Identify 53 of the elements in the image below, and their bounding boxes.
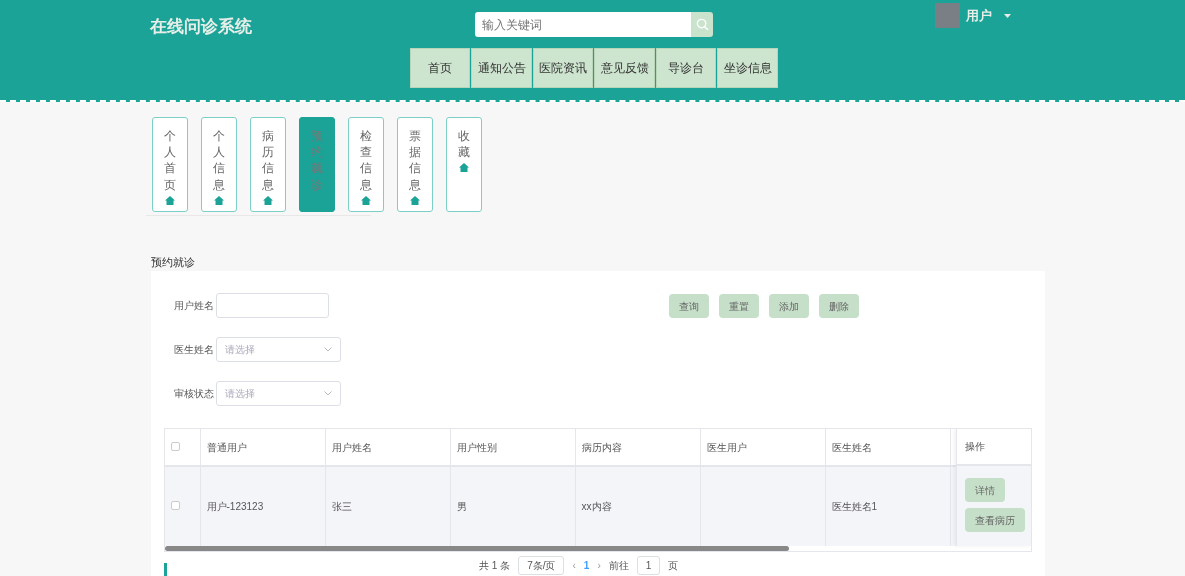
nav-button[interactable]: 导诊台 <box>656 48 716 88</box>
action-button[interactable]: 查看病历 <box>965 508 1025 532</box>
nav-button[interactable]: 首页 <box>410 48 470 88</box>
side-tab[interactable]: 票据信息 <box>397 117 433 212</box>
action-button[interactable]: 删除 <box>819 294 859 318</box>
nav-button[interactable]: 通知公告 <box>471 48 532 88</box>
filter-label: 用户姓名 <box>174 299 215 313</box>
side-tab[interactable]: 个人首页 <box>152 117 188 212</box>
scrollbar-thumb[interactable] <box>165 546 789 551</box>
filter-label: 医生姓名 <box>174 343 215 357</box>
house-icon <box>165 195 175 205</box>
goto-field[interactable]: 1 <box>636 556 661 575</box>
total-count: 共 1 条 <box>479 559 511 573</box>
checkbox[interactable] <box>171 441 180 451</box>
house-icon <box>263 195 273 205</box>
house-icon <box>410 195 420 205</box>
action-button[interactable]: 详情 <box>965 478 1005 502</box>
chevron-down-icon <box>324 347 332 352</box>
column-header: 病历内容 <box>575 429 700 466</box>
table-cell: 医生姓名1 <box>825 466 950 546</box>
house-icon <box>361 195 371 205</box>
column-header: 医生姓名 <box>825 429 950 466</box>
side-tab[interactable]: 病历信息 <box>250 117 286 212</box>
text-field[interactable] <box>216 293 329 318</box>
side-tab[interactable]: 收藏 <box>446 117 482 212</box>
goto-label: 前往 <box>608 559 629 573</box>
side-tab[interactable]: 个人信息 <box>201 117 237 212</box>
site-title: 在线问诊系统 <box>150 16 252 38</box>
page-suffix: 页 <box>668 559 679 573</box>
action-button[interactable]: 重置 <box>719 294 759 318</box>
column-header: 用户姓名 <box>325 429 450 466</box>
checkbox[interactable] <box>171 501 180 510</box>
search-button[interactable] <box>691 12 713 37</box>
accent-bar <box>164 563 167 576</box>
nav-button[interactable]: 坐诊信息 <box>717 48 778 88</box>
column-header: 医生用户 <box>700 429 825 466</box>
search-field[interactable]: 输入关键词 <box>475 12 691 37</box>
house-icon <box>214 195 224 205</box>
filter-label: 审核状态 <box>174 387 215 401</box>
page-size-select[interactable]: 7条/页 <box>518 556 565 575</box>
action-button[interactable]: 添加 <box>769 294 809 318</box>
section-title: 预约就诊 <box>151 255 195 270</box>
caret-icon[interactable] <box>1004 13 1011 18</box>
column-header: 用户性别 <box>450 429 575 466</box>
nav-button[interactable]: 意见反馈 <box>594 48 655 88</box>
column-header: 普通用户 <box>200 429 325 466</box>
action-button[interactable]: 查询 <box>669 294 709 318</box>
search-icon <box>695 18 709 31</box>
nav-button[interactable]: 医院资讯 <box>533 48 593 88</box>
avatar-placeholder <box>935 3 960 28</box>
chevron-down-icon <box>324 391 332 396</box>
house-icon <box>459 163 469 173</box>
side-tab[interactable]: 检查信息 <box>348 117 384 212</box>
